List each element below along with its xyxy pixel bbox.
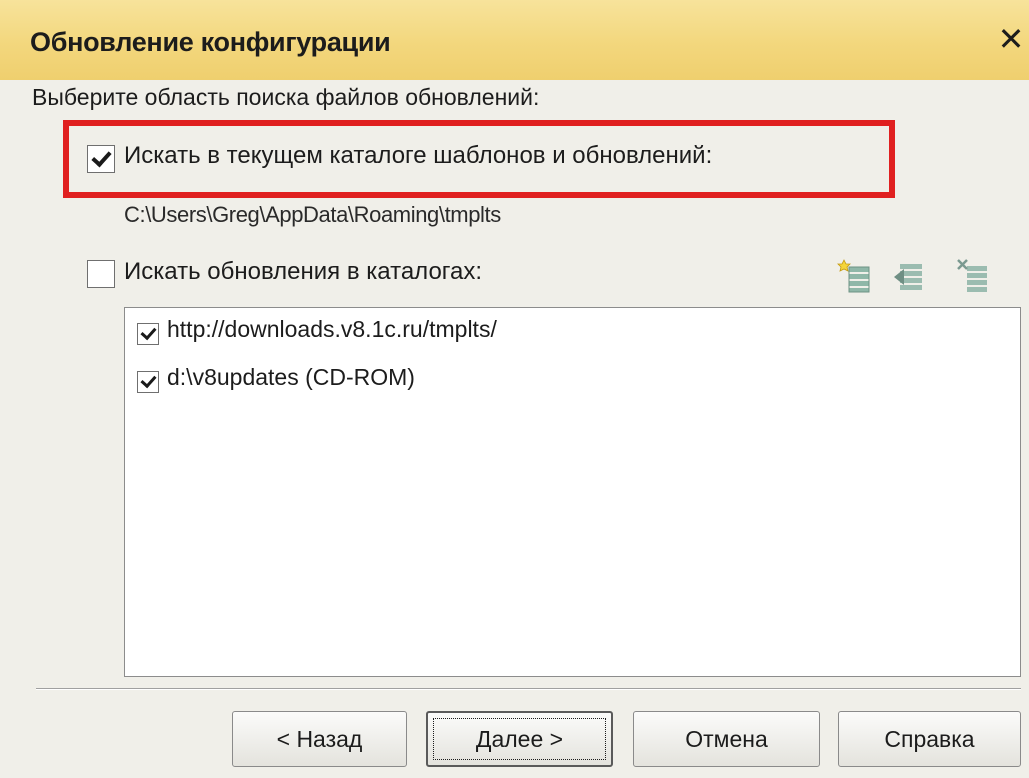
help-button[interactable]: Справка [838,711,1021,767]
current-catalog-checkbox[interactable] [87,145,115,173]
delete-item-icon[interactable] [955,258,993,294]
footer-separator [36,688,1021,690]
close-icon[interactable]: ✕ [997,22,1025,56]
list-item-checkbox[interactable] [137,371,159,393]
help-button-label: Справка [884,725,975,752]
list-item-label: d:\v8updates (CD-ROM) [167,364,415,390]
next-button[interactable]: Далее > [426,711,613,767]
current-catalog-label[interactable]: Искать в текущем каталоге шаблонов и обн… [124,142,712,170]
list-item[interactable]: http://downloads.v8.1c.ru/tmplts/ [133,316,993,352]
back-button-label: < Назад [276,725,363,752]
dialog-title: Обновление конфигурации [30,27,391,57]
search-area-prompt: Выберите область поиска файлов обновлени… [32,84,540,110]
current-catalog-path: C:\Users\Greg\AppData\Roaming\tmplts [124,202,501,227]
add-item-icon[interactable] [837,258,875,294]
catalog-list[interactable]: http://downloads.v8.1c.ru/tmplts/ d:\v8u… [124,307,1021,677]
catalogs-checkbox[interactable] [87,260,115,288]
back-button[interactable]: < Назад [232,711,407,767]
next-button-label: Далее > [475,725,564,752]
update-config-dialog: Обновление конфигурации ✕ Выберите облас… [0,0,1029,778]
cancel-button[interactable]: Отмена [633,711,820,767]
list-item-checkbox[interactable] [137,323,159,345]
catalogs-label[interactable]: Искать обновления в каталогах: [124,258,482,286]
list-item[interactable]: d:\v8updates (CD-ROM) [133,364,993,400]
cancel-button-label: Отмена [685,725,768,752]
list-item-label: http://downloads.v8.1c.ru/tmplts/ [167,316,497,342]
move-item-icon[interactable] [892,258,930,294]
title-bar[interactable]: Обновление конфигурации ✕ [0,0,1029,80]
